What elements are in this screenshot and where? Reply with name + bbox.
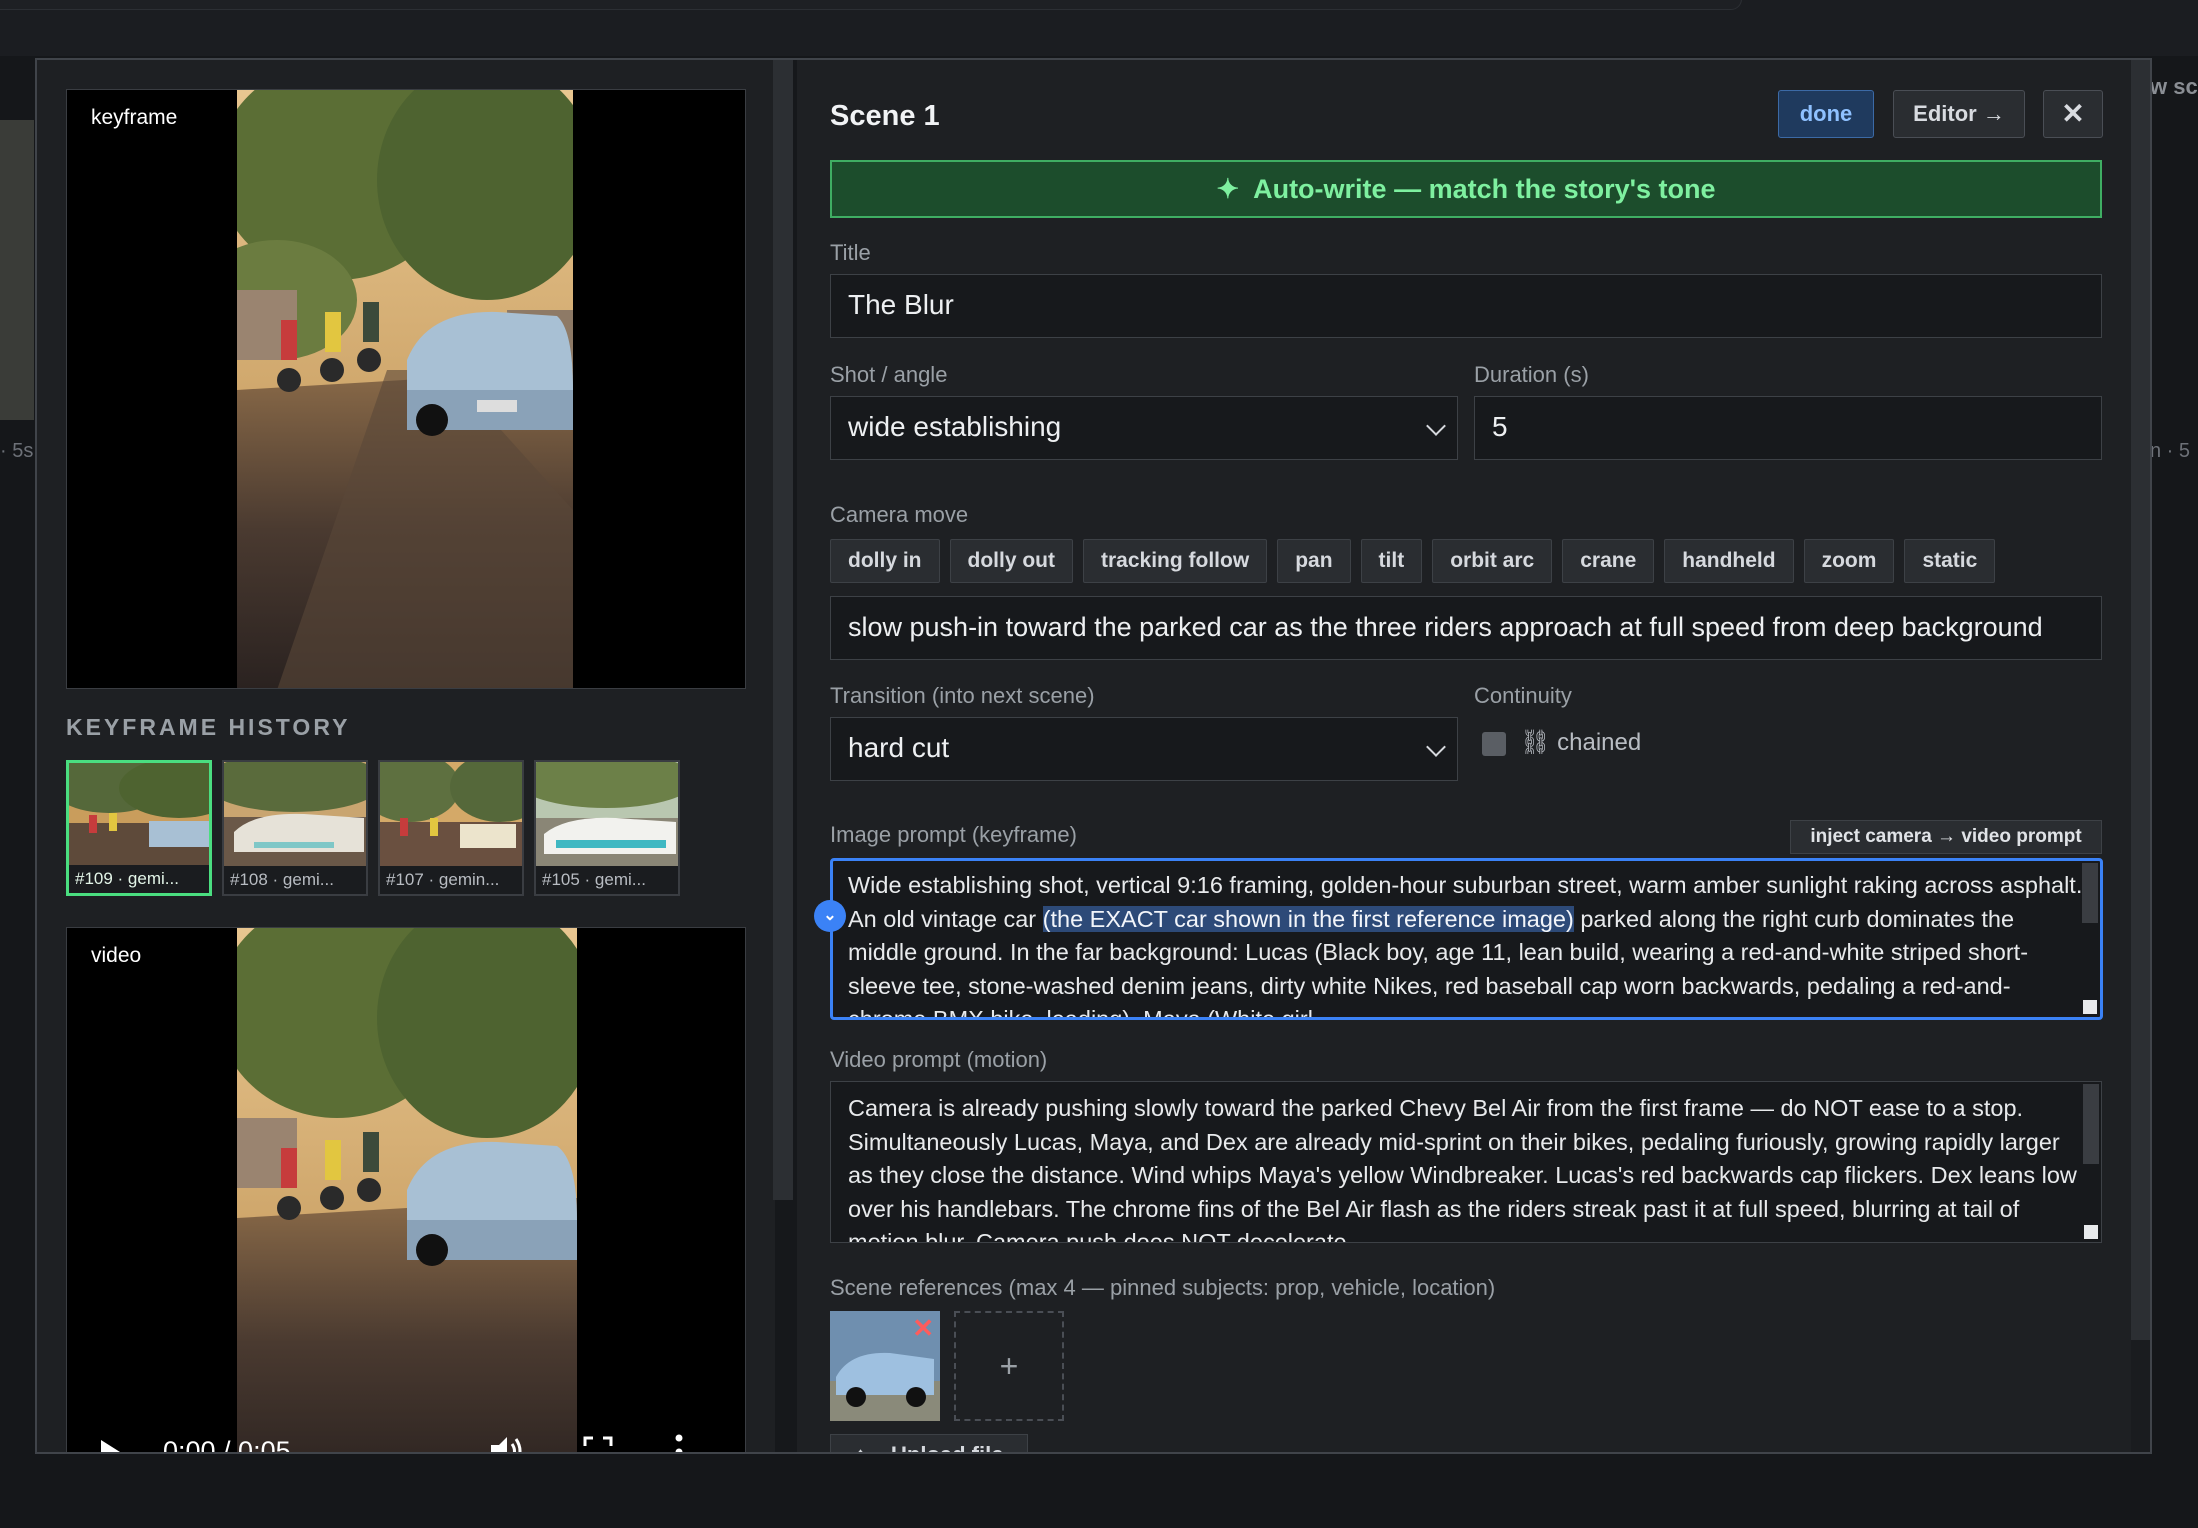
shot-select[interactable]: wide establishing [830, 396, 1458, 460]
scene-title: Scene 1 [830, 100, 940, 132]
references-label: Scene references (max 4 — pinned subject… [830, 1275, 1496, 1300]
history-thumb-image [380, 762, 522, 870]
video-controls: 0:00 / 0:05 [67, 1416, 745, 1454]
resize-handle[interactable] [2083, 1000, 2097, 1014]
video-prompt-label: Video prompt (motion) [830, 1047, 1048, 1072]
textarea-scrollbar[interactable] [2083, 1084, 2099, 1164]
right-scrollbar[interactable] [2131, 60, 2150, 1340]
history-thumb[interactable]: #105 · gemi... [534, 760, 680, 896]
keyframe-preview[interactable]: keyframe [66, 89, 746, 689]
transition-select[interactable]: hard cut [830, 717, 1458, 781]
shot-value: wide establishing [848, 411, 1062, 442]
sparkle-icon: ✦ [1216, 174, 1240, 204]
camera-chip[interactable]: orbit arc [1432, 539, 1553, 583]
remove-reference-icon[interactable]: ✕ [912, 1313, 934, 1344]
video-prompt-textarea[interactable]: Camera is already pushing slowly toward … [830, 1081, 2102, 1243]
keyframe-history-title: KEYFRAME HISTORY [66, 714, 351, 740]
video-time: 0:00 / 0:05 [163, 1436, 291, 1454]
chevron-down-icon [1426, 737, 1446, 757]
shot-label: Shot / angle [830, 362, 948, 387]
keyframe-image [237, 90, 573, 688]
play-icon[interactable] [101, 1440, 120, 1452]
scene-form: Scene 1 done Editor → ✕ ✦ Auto-write — ma… [814, 60, 2114, 1452]
chained-label: ⛓ chained [1520, 729, 1642, 756]
camera-chip[interactable]: zoom [1803, 539, 1895, 583]
camera-chip[interactable]: tracking follow [1083, 539, 1268, 583]
history-thumb[interactable]: #109 · gemi... [66, 760, 212, 896]
upload-file-button[interactable]: ↑ Upload file [830, 1434, 1028, 1452]
history-thumb-image [224, 762, 366, 870]
history-thumb-caption: #108 · gemi... [224, 866, 366, 894]
title-label: Title [830, 240, 871, 265]
reference-image[interactable]: ✕ [830, 1311, 940, 1421]
continuity-label: Continuity [1474, 683, 1572, 708]
history-thumb-image [536, 762, 678, 870]
resize-handle[interactable] [2084, 1225, 2098, 1239]
left-scrollbar[interactable] [773, 60, 793, 1200]
volume-icon[interactable] [489, 1434, 525, 1454]
right-scrollbar-track [2131, 1340, 2150, 1452]
done-button[interactable]: done [1778, 90, 1874, 138]
camera-move-chips: dolly in dolly out tracking follow pan t… [830, 539, 1996, 583]
add-reference-button[interactable]: + [954, 1311, 1064, 1421]
video-label: video [91, 944, 142, 967]
upload-icon: ↑ [855, 1435, 866, 1452]
image-prompt-textarea[interactable]: Wide establishing shot, vertical 9:16 fr… [830, 858, 2103, 1020]
scene-editor-modal: keyframe KEYFRAME HISTORY #109 · gemi...… [35, 58, 2152, 1454]
duration-label: Duration (s) [1474, 362, 1589, 387]
transition-value: hard cut [848, 732, 950, 763]
auto-write-button[interactable]: ✦ Auto-write — match the story's tone [830, 160, 2102, 218]
background-text: n · 5 [2150, 440, 2191, 462]
video-player[interactable]: video 0:00 / 0:05 [66, 927, 746, 1454]
camera-chip[interactable]: dolly in [830, 539, 940, 583]
background-thumbnail [0, 120, 34, 420]
image-prompt-selection: (the EXACT car shown in the first refere… [1042, 905, 1574, 932]
keyframe-history-list: #109 · gemi... #108 · gemi... #107 · gem… [66, 760, 680, 896]
media-pane: keyframe KEYFRAME HISTORY #109 · gemi...… [37, 60, 777, 1452]
chained-checkbox[interactable] [1482, 732, 1506, 756]
fullscreen-icon[interactable] [583, 1436, 613, 1454]
background-footer [0, 1456, 2198, 1528]
camera-chip[interactable]: tilt [1360, 539, 1423, 583]
chevron-down-icon [1426, 416, 1446, 436]
background-text: w sc [2150, 74, 2198, 99]
history-thumb-caption: #109 · gemi... [69, 865, 209, 893]
close-button[interactable]: ✕ [2043, 90, 2103, 138]
upload-label: Upload file [891, 1442, 1003, 1452]
camera-chip[interactable]: handheld [1664, 539, 1794, 583]
camera-chip[interactable]: crane [1562, 539, 1655, 583]
inject-camera-button[interactable]: inject camera → video prompt [1790, 820, 2102, 854]
editor-button[interactable]: Editor → [1893, 90, 2025, 138]
history-thumb[interactable]: #107 · gemin... [378, 760, 524, 896]
camera-move-input[interactable]: slow push-in toward the parked car as th… [830, 596, 2102, 660]
background-text: · 5s [0, 440, 34, 462]
title-input[interactable]: The Blur [830, 274, 2102, 338]
background-search-bar [0, 0, 1742, 10]
history-thumb-caption: #107 · gemin... [380, 866, 522, 894]
video-prompt-text: Camera is already pushing slowly toward … [848, 1095, 2077, 1243]
collapse-chevron-icon[interactable]: ⌄ [814, 900, 846, 932]
camera-label: Camera move [830, 502, 969, 527]
video-frame [237, 928, 577, 1452]
history-thumb[interactable]: #108 · gemi... [222, 760, 368, 896]
camera-chip[interactable]: pan [1277, 539, 1351, 583]
duration-input[interactable]: 5 [1474, 396, 2102, 460]
keyframe-label: keyframe [91, 106, 178, 129]
auto-write-label: Auto-write — match the story's tone [1253, 174, 1716, 204]
more-options-icon[interactable] [673, 1432, 685, 1454]
camera-chip[interactable]: dolly out [949, 539, 1073, 583]
transition-label: Transition (into next scene) [830, 683, 1095, 708]
history-thumb-image [69, 763, 209, 871]
camera-chip[interactable]: static [1904, 539, 1996, 583]
image-prompt-label: Image prompt (keyframe) [830, 822, 1077, 847]
textarea-scrollbar[interactable] [2082, 863, 2098, 923]
history-thumb-caption: #105 · gemi... [536, 866, 678, 894]
